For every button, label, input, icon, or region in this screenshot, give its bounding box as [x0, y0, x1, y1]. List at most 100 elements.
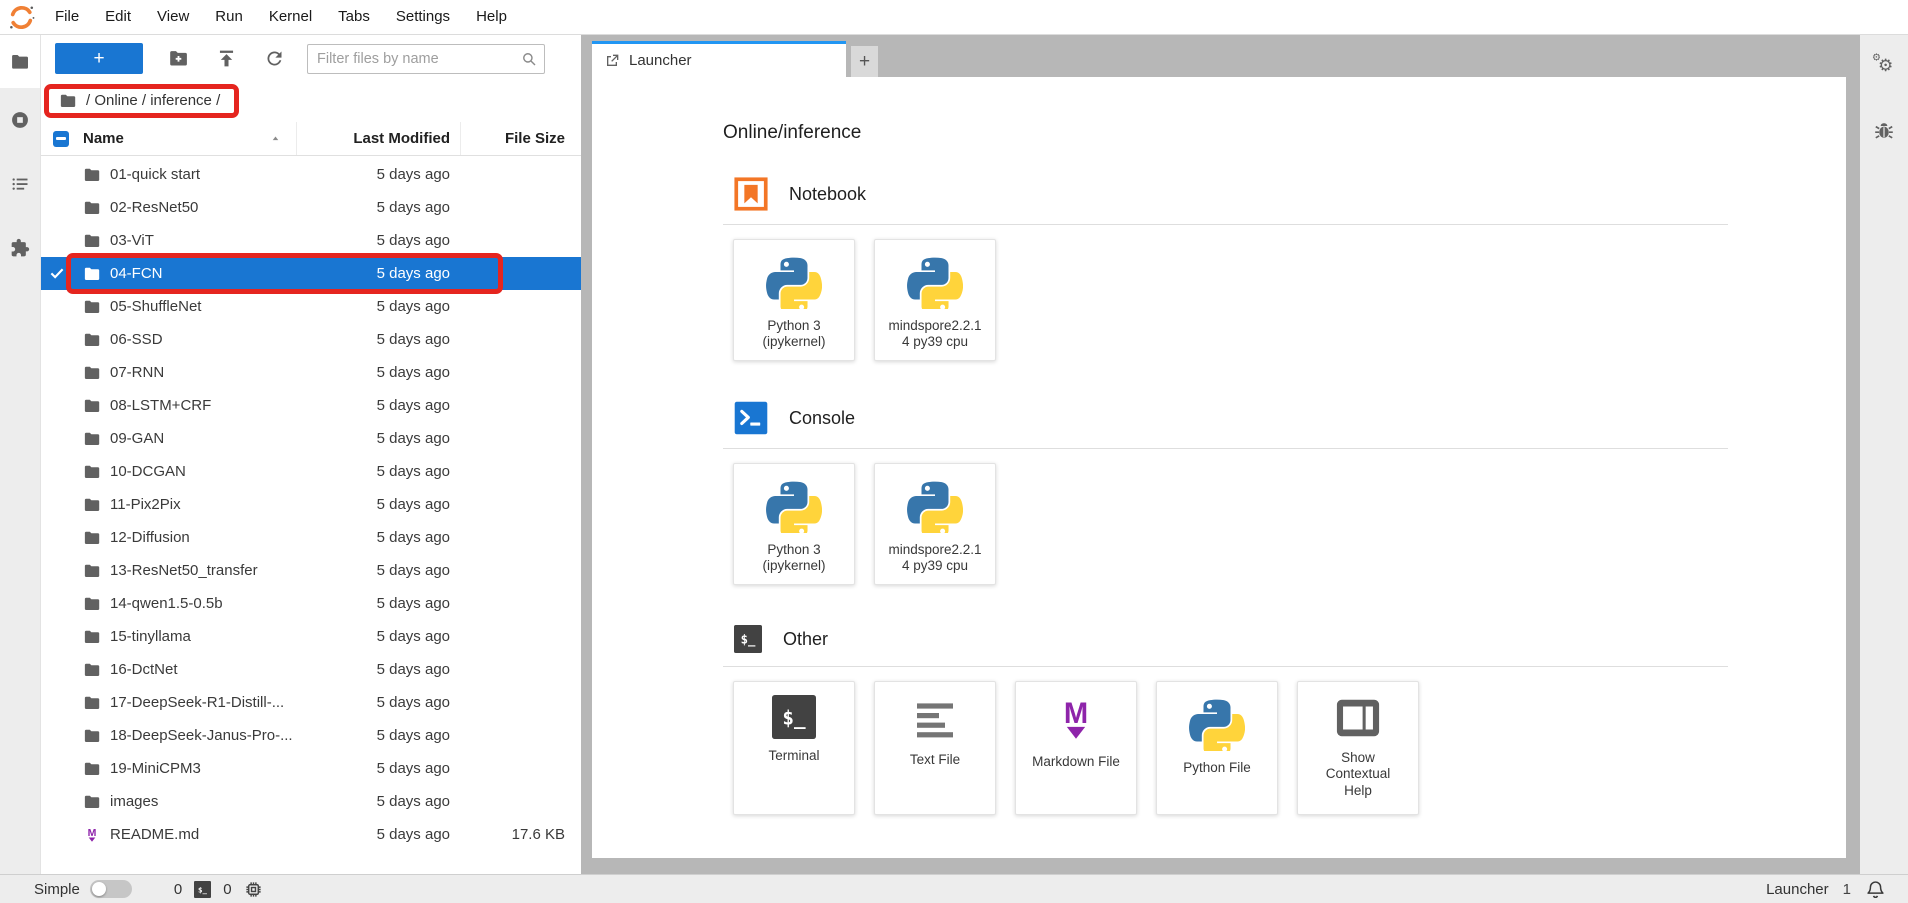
- file-row-15-tinyllama[interactable]: 15-tinyllama5 days ago: [41, 620, 581, 653]
- file-row-03-vit[interactable]: 03-ViT5 days ago: [41, 224, 581, 257]
- tab-launcher[interactable]: Launcher: [592, 41, 846, 77]
- menu-item-file[interactable]: File: [42, 0, 92, 34]
- file-last-modified: 5 days ago: [296, 463, 460, 480]
- column-header-last-modified[interactable]: Last Modified: [296, 122, 460, 155]
- file-row-01-quick-start[interactable]: 01-quick start5 days ago: [41, 158, 581, 191]
- table-of-contents-icon: [10, 174, 30, 194]
- new-folder-button[interactable]: [165, 46, 191, 72]
- sidebar-tab-debugger[interactable]: [1872, 118, 1896, 147]
- launcher-card-mindspore2-2-1[interactable]: mindspore2.2.1 4 py39 cpu: [874, 463, 996, 585]
- upload-button[interactable]: [213, 46, 239, 72]
- launcher-card-terminal[interactable]: $_Terminal: [733, 681, 855, 815]
- file-last-modified: 5 days ago: [296, 529, 460, 546]
- menu-item-kernel[interactable]: Kernel: [256, 0, 325, 34]
- file-name: 15-tinyllama: [110, 628, 191, 645]
- menu-item-view[interactable]: View: [144, 0, 202, 34]
- upload-icon: [216, 48, 237, 69]
- breadcrumb-folder-icon[interactable]: [59, 92, 77, 110]
- folder-icon: [83, 265, 101, 283]
- launcher-section-other: $_Other$_TerminalText FileMMarkdown File…: [723, 625, 1728, 815]
- file-row-07-rnn[interactable]: 07-RNN5 days ago: [41, 356, 581, 389]
- file-name: 03-ViT: [110, 232, 154, 249]
- terminals-count: 0: [174, 881, 182, 898]
- file-row-10-dcgan[interactable]: 10-DCGAN5 days ago: [41, 455, 581, 488]
- file-row-18-deepseek-janus-pro[interactable]: 18-DeepSeek-Janus-Pro-...5 days ago: [41, 719, 581, 752]
- filter-files-input[interactable]: [307, 44, 545, 74]
- file-row-05-shufflenet[interactable]: 05-ShuffleNet5 days ago: [41, 290, 581, 323]
- launcher-card-text-file[interactable]: Text File: [874, 681, 996, 815]
- file-row-17-deepseek-r1-distill[interactable]: 17-DeepSeek-R1-Distill-...5 days ago: [41, 686, 581, 719]
- launcher-card-python-3[interactable]: Python 3 (ipykernel): [733, 463, 855, 585]
- sidebar-tab-extension-manager[interactable]: [0, 216, 40, 280]
- sidebar-tab-property-inspector[interactable]: ⚙⚙: [1872, 51, 1896, 80]
- file-name: 12-Diffusion: [110, 529, 190, 546]
- file-row-12-diffusion[interactable]: 12-Diffusion 5 days ago: [41, 521, 581, 554]
- card-label: Terminal: [764, 748, 823, 764]
- extensions-icon: [10, 238, 30, 258]
- session-counts[interactable]: 0 $_ 0: [174, 880, 263, 899]
- file-name: 04-FCN: [110, 265, 163, 282]
- file-last-modified: 5 days ago: [296, 331, 460, 348]
- sidebar-tab-file-browser[interactable]: [0, 35, 40, 88]
- launcher-card-mindspore2-2-1[interactable]: mindspore2.2.1 4 py39 cpu: [874, 239, 996, 361]
- file-row-02-resnet50[interactable]: 02-ResNet505 days ago: [41, 191, 581, 224]
- menu-item-edit[interactable]: Edit: [92, 0, 144, 34]
- jupyter-orange-logo-icon: [8, 4, 35, 31]
- launcher-card-show[interactable]: Show Contextual Help: [1297, 681, 1419, 815]
- menu-item-tabs[interactable]: Tabs: [325, 0, 383, 34]
- refresh-button[interactable]: [261, 46, 287, 72]
- new-folder-icon: [168, 48, 189, 69]
- folder-icon: [10, 52, 30, 72]
- file-row-13-resnet50-transfer[interactable]: 13-ResNet50_transfer5 days ago: [41, 554, 581, 587]
- file-name-cell: 14-qwen1.5-0.5b: [41, 595, 296, 613]
- file-last-modified: 5 days ago: [296, 595, 460, 612]
- column-header-file-size[interactable]: File Size: [460, 122, 581, 155]
- file-list: 01-quick start5 days ago02-ResNet505 day…: [41, 156, 581, 875]
- section-divider: [723, 666, 1728, 667]
- file-row-readme-md[interactable]: MREADME.md5 days ago17.6 KB: [41, 818, 581, 851]
- file-row-14-qwen1-5-0-5b[interactable]: 14-qwen1.5-0.5b5 days ago: [41, 587, 581, 620]
- file-name-cell: 18-DeepSeek-Janus-Pro-...: [41, 727, 296, 745]
- file-row-19-minicpm3[interactable]: 19-MiniCPM35 days ago: [41, 752, 581, 785]
- select-all-checkbox[interactable]: [53, 131, 69, 147]
- main-dock-panel: Launcher + Online/inference NotebookPyth…: [581, 35, 1860, 875]
- file-row-06-ssd[interactable]: 06-SSD5 days ago: [41, 323, 581, 356]
- file-row-11-pix2pix[interactable]: 11-Pix2Pix5 days ago: [41, 488, 581, 521]
- bell-icon[interactable]: [1865, 879, 1886, 900]
- toggle-knob: [92, 882, 106, 896]
- launcher-card-markdown-file[interactable]: MMarkdown File: [1015, 681, 1137, 815]
- file-row-04-fcn[interactable]: 04-FCN5 days ago: [41, 257, 581, 290]
- folder-icon: [83, 166, 101, 184]
- breadcrumb[interactable]: / Online / inference /: [86, 92, 220, 109]
- file-name: 18-DeepSeek-Janus-Pro-...: [110, 727, 293, 744]
- file-row-images[interactable]: images5 days ago: [41, 785, 581, 818]
- file-last-modified: 5 days ago: [296, 298, 460, 315]
- menu-item-run[interactable]: Run: [202, 0, 256, 34]
- column-header-name[interactable]: Name: [69, 122, 296, 155]
- sidebar-tab-running-terminals-and-kernels[interactable]: [0, 88, 40, 152]
- current-activity-label: Launcher: [1766, 881, 1829, 898]
- file-row-09-gan[interactable]: 09-GAN5 days ago: [41, 422, 581, 455]
- launcher-card-python-3[interactable]: Python 3 (ipykernel): [733, 239, 855, 361]
- simple-mode-toggle[interactable]: [90, 880, 132, 898]
- file-row-08-lstm-crf[interactable]: 08-LSTM+CRF5 days ago: [41, 389, 581, 422]
- file-row-16-dctnet[interactable]: 16-DctNet5 days ago: [41, 653, 581, 686]
- contextual-help-icon: [1335, 695, 1381, 741]
- file-name: 02-ResNet50: [110, 199, 198, 216]
- card-label: Show Contextual Help: [1322, 750, 1395, 799]
- column-name-label: Name: [83, 130, 124, 147]
- launcher-section-notebook: NotebookPython 3 (ipykernel)mindspore2.2…: [723, 177, 1728, 361]
- file-name-cell: 09-GAN: [41, 430, 296, 448]
- folder-icon: [83, 331, 101, 349]
- folder-icon: [83, 463, 101, 481]
- menu-item-settings[interactable]: Settings: [383, 0, 463, 34]
- app-logo: [0, 4, 42, 31]
- menu-item-help[interactable]: Help: [463, 0, 520, 34]
- new-launcher-button[interactable]: +: [55, 43, 143, 74]
- menu-items: FileEditViewRunKernelTabsSettingsHelp: [42, 0, 520, 34]
- file-name-cell: 17-DeepSeek-R1-Distill-...: [41, 694, 296, 712]
- new-tab-button[interactable]: +: [851, 46, 878, 77]
- launcher-card-python-file[interactable]: Python File: [1156, 681, 1278, 815]
- file-last-modified: 5 days ago: [296, 430, 460, 447]
- sidebar-tab-table-of-contents[interactable]: [0, 152, 40, 216]
